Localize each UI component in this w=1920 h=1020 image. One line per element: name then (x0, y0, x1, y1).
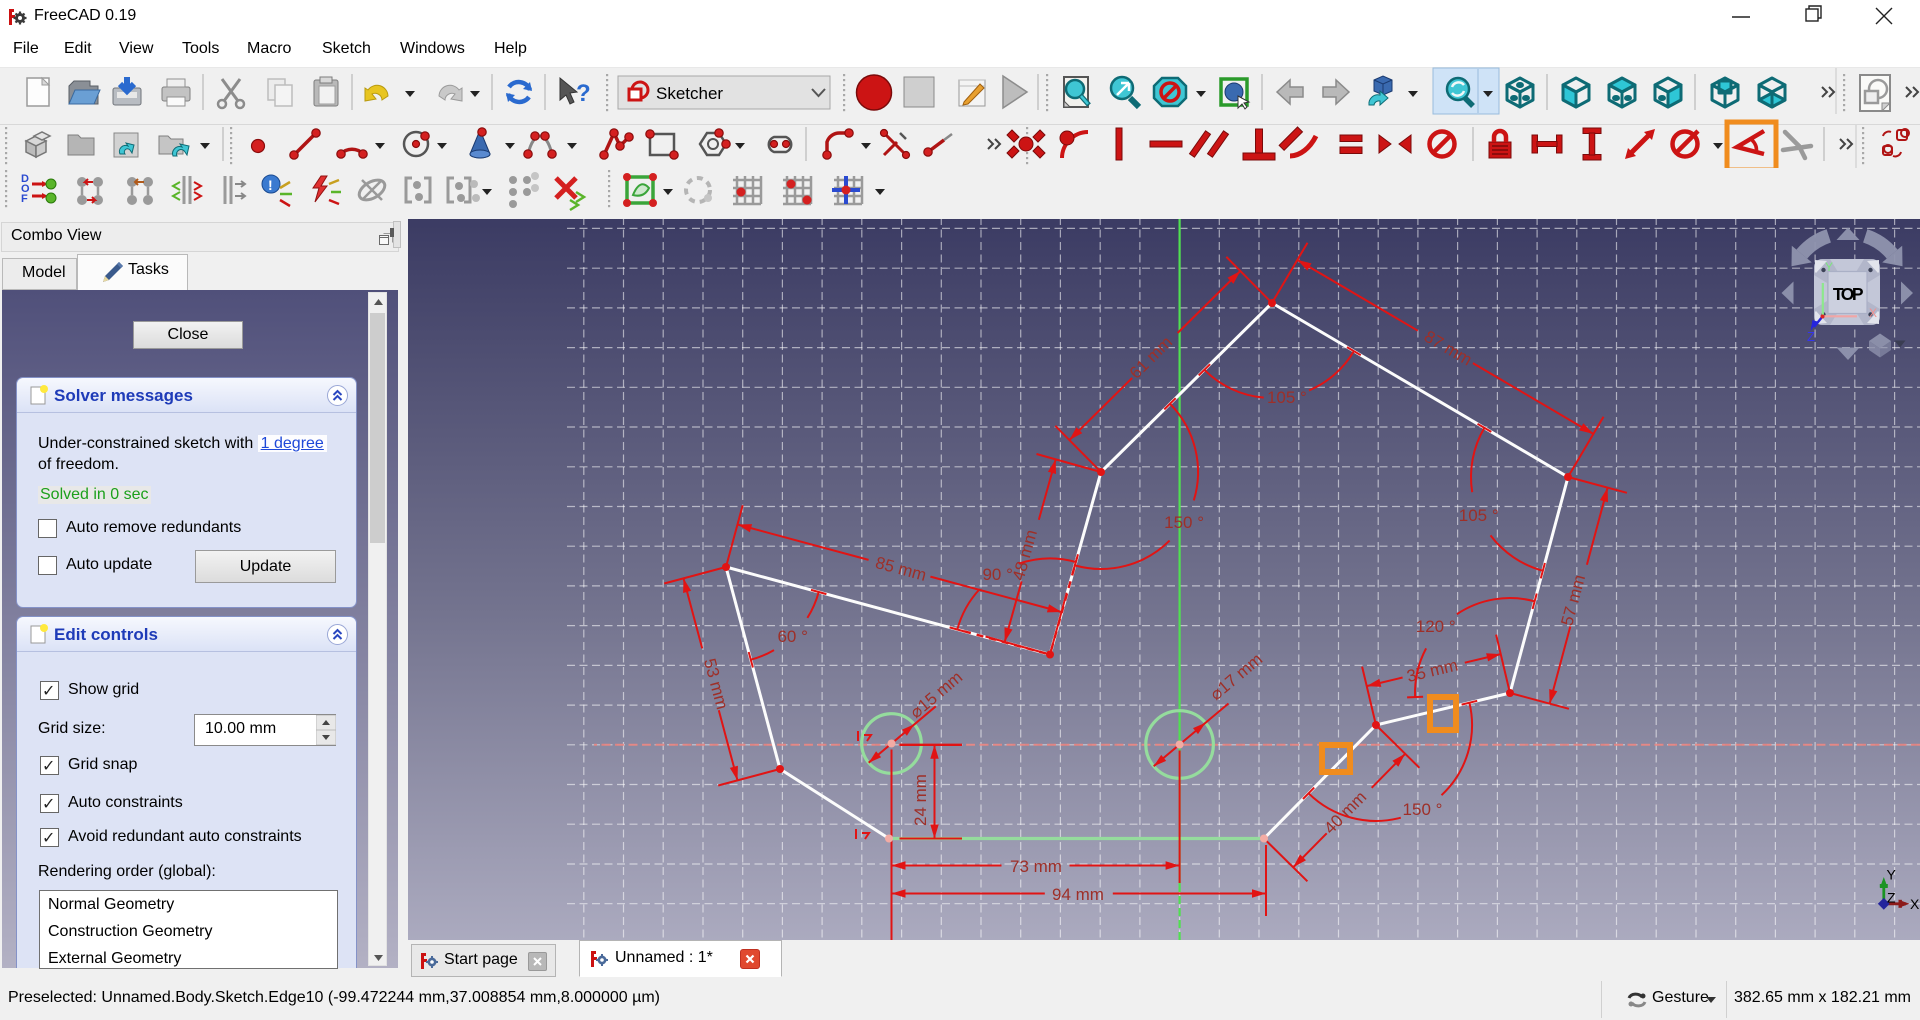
svg-text:X: X (1869, 306, 1877, 320)
svg-text:24 mm: 24 mm (911, 774, 930, 826)
svg-text:Z: Z (1807, 329, 1815, 344)
svg-text:150 °: 150 ° (1403, 800, 1443, 819)
svg-text:Y: Y (1887, 867, 1897, 883)
svg-text:120 °: 120 ° (1416, 617, 1456, 636)
svg-text:Y: Y (1825, 260, 1833, 274)
svg-text:60 °: 60 ° (777, 627, 807, 646)
svg-text:Z: Z (1887, 890, 1896, 906)
svg-text:150 °: 150 ° (1164, 513, 1204, 532)
svg-text:Sketcher: Sketcher (656, 84, 723, 103)
svg-text:105 °: 105 ° (1267, 388, 1307, 407)
svg-text:105 °: 105 ° (1459, 506, 1499, 525)
svg-text:!: ! (268, 177, 273, 193)
svg-text:94 mm: 94 mm (1052, 885, 1104, 904)
svg-text:F: F (21, 193, 28, 205)
svg-text:73 mm: 73 mm (1010, 857, 1062, 876)
svg-text:X: X (1910, 896, 1920, 912)
svg-text:?: ? (576, 80, 591, 107)
svg-text:TOP: TOP (1833, 284, 1864, 304)
svg-text:90 °: 90 ° (982, 565, 1012, 584)
